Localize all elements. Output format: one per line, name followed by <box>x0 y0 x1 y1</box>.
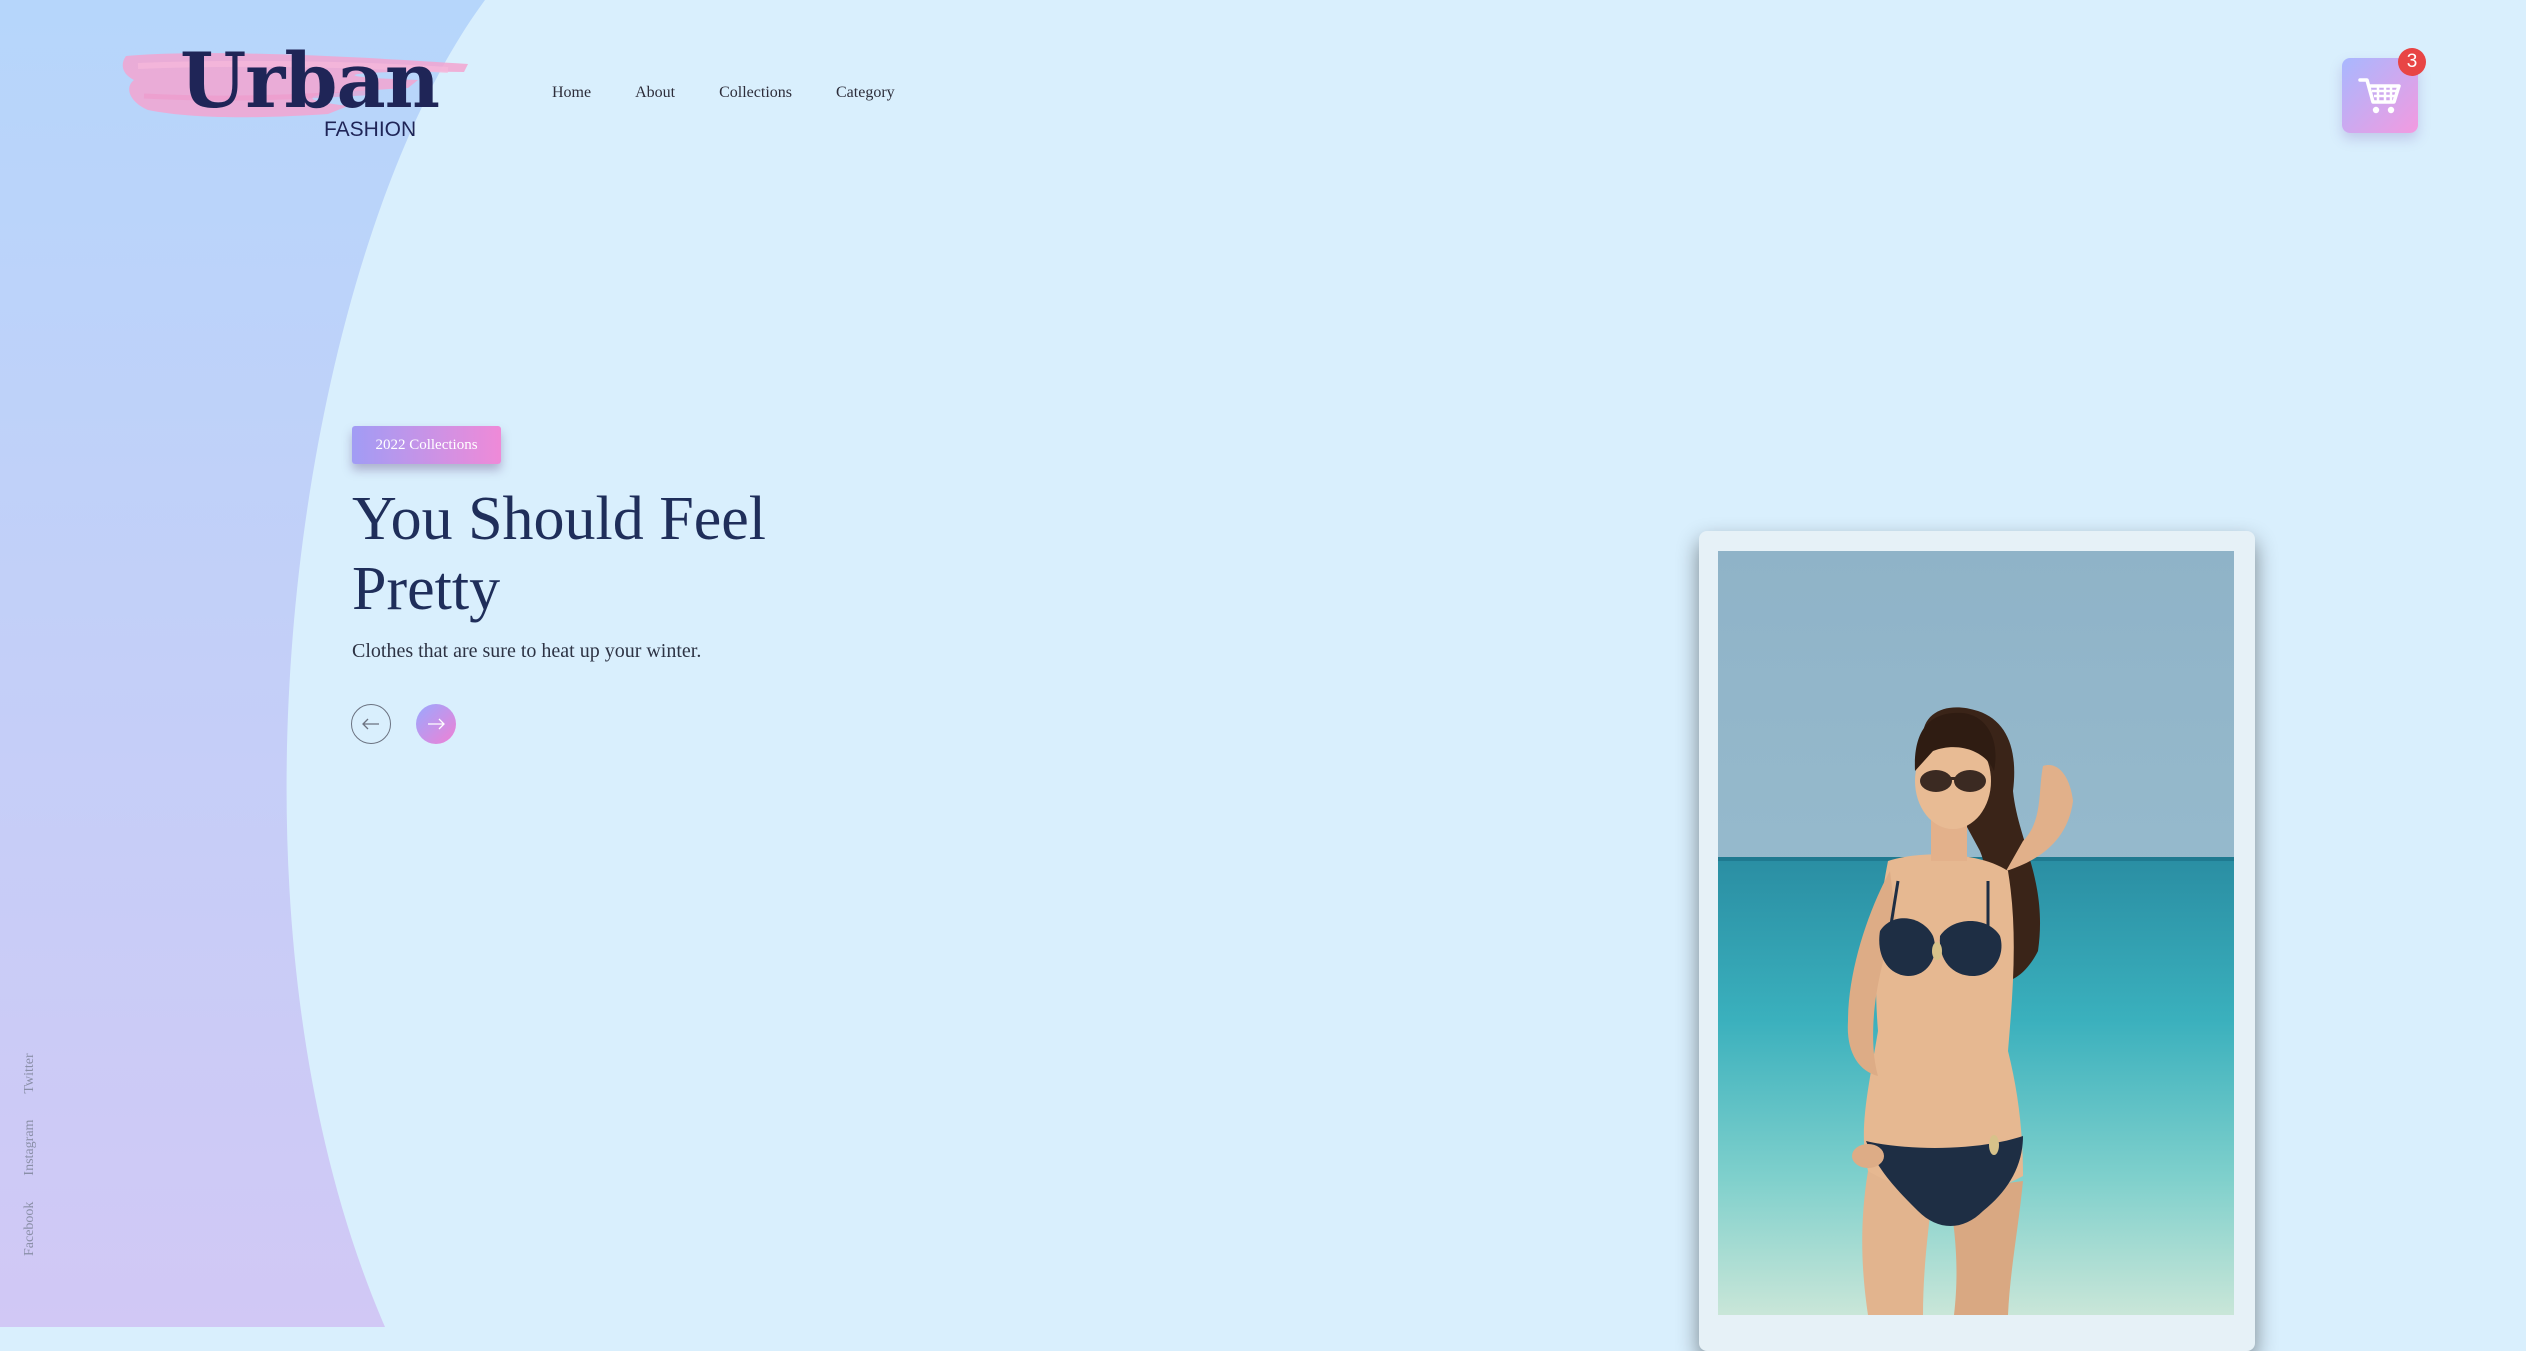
social-link-instagram[interactable]: Instagram <box>22 1120 38 1176</box>
model-photo <box>1718 551 2234 1315</box>
collection-badge: 2022 Collections <box>352 426 501 464</box>
previous-slide-button[interactable] <box>351 704 391 744</box>
main-nav: Home About Collections Category <box>552 84 895 102</box>
social-links: Facebook Instagram Twitter <box>22 1053 38 1256</box>
social-link-twitter[interactable]: Twitter <box>22 1053 38 1093</box>
nav-item-collections[interactable]: Collections <box>719 84 792 102</box>
nav-item-category[interactable]: Category <box>836 84 895 102</box>
social-link-facebook[interactable]: Facebook <box>22 1202 38 1256</box>
nav-item-about[interactable]: About <box>635 84 675 102</box>
brand-logo[interactable]: Urban FASHION <box>118 36 478 146</box>
brand-name: Urban <box>180 36 440 125</box>
arrow-right-icon <box>428 718 445 730</box>
cart-count-badge: 3 <box>2398 48 2426 76</box>
product-card[interactable] <box>1699 531 2255 1351</box>
hero-headline: You Should Feel Pretty <box>352 485 767 623</box>
hero-subtext: Clothes that are sure to heat up your wi… <box>352 640 702 662</box>
cart-button[interactable]: 3 <box>2342 48 2426 133</box>
brand-tagline: FASHION <box>324 118 417 141</box>
arrow-left-icon <box>362 718 379 730</box>
nav-item-home[interactable]: Home <box>552 84 591 102</box>
cart-icon <box>2358 77 2401 113</box>
next-slide-button[interactable] <box>416 704 456 744</box>
